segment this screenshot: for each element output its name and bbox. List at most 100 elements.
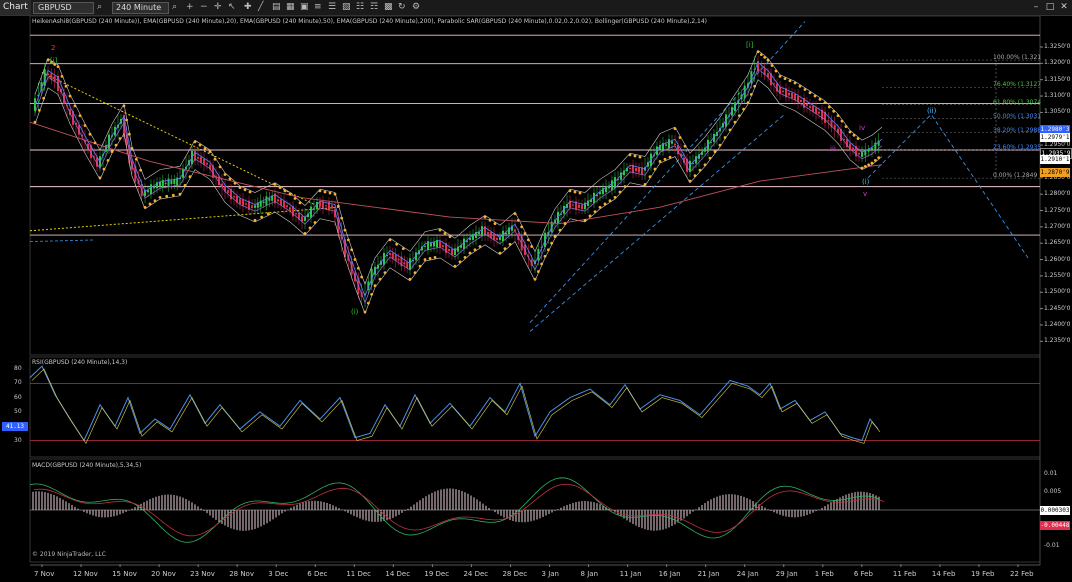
sar-dot — [718, 143, 722, 147]
sar-dot — [588, 214, 592, 218]
candle-body — [430, 243, 432, 247]
sar-dot — [346, 238, 350, 242]
sar-dot — [478, 245, 482, 248]
candle-body — [638, 167, 640, 173]
wave-label: iii — [830, 145, 836, 153]
candle-body — [206, 162, 208, 165]
candle-body — [325, 205, 327, 207]
candle-body — [806, 103, 808, 106]
wave-label: (i) — [862, 178, 870, 186]
sar-dot — [288, 192, 292, 196]
sar-dot — [383, 271, 387, 275]
sar-dot — [844, 125, 848, 128]
sar-dot — [770, 64, 774, 67]
sar-dot — [673, 127, 677, 131]
sar-dot — [867, 163, 871, 167]
sar-dot — [293, 197, 297, 200]
sar-dot — [363, 310, 367, 314]
sar-dot — [323, 190, 327, 194]
time-axis-label: 11 Feb — [892, 570, 917, 578]
sar-dot — [863, 164, 867, 168]
candle-body — [572, 204, 574, 206]
price-scale-label: 1.2750'0 — [1044, 206, 1071, 214]
candle-body — [331, 205, 333, 209]
candle-body — [254, 205, 256, 208]
sar-dot — [360, 275, 364, 279]
sar-dot — [832, 109, 836, 113]
candle-body — [203, 158, 205, 165]
macd-panel — [29, 458, 1041, 563]
time-axis-label: 6 Dec — [307, 570, 328, 578]
sar-dot — [573, 190, 577, 194]
sar-dot — [728, 128, 732, 132]
sar-dot — [516, 218, 520, 222]
sar-dot — [553, 235, 557, 239]
sar-dot — [713, 150, 717, 154]
sar-dot — [73, 104, 77, 108]
sar-dot — [68, 94, 72, 98]
sar-dot — [143, 205, 147, 209]
sar-dot — [114, 143, 118, 147]
sar-dot — [653, 167, 657, 171]
sar-dot — [823, 101, 827, 104]
sar-dot — [153, 199, 157, 203]
sar-dot — [643, 182, 647, 186]
rsi-scale-label: 80 — [14, 365, 22, 372]
sar-dot — [852, 133, 856, 137]
macd-scale-label: -0.01 — [1044, 542, 1060, 549]
time-axis-label: 24 Dec — [463, 570, 489, 578]
sar-dot — [493, 222, 497, 225]
sar-dot — [688, 179, 692, 183]
candle-body — [150, 184, 152, 195]
candle-body — [295, 213, 297, 215]
sar-dot — [733, 120, 737, 124]
price-tag: 1.2979'1 — [1040, 133, 1070, 142]
sar-dot — [378, 277, 382, 281]
price-scale-label: 1.2700'0 — [1044, 222, 1071, 230]
sar-dot — [298, 201, 302, 205]
wave-label: (ii) — [927, 107, 937, 115]
sar-dot — [603, 202, 607, 206]
sar-dot — [793, 81, 797, 85]
sar-dot — [463, 255, 467, 259]
sar-dot — [178, 192, 182, 196]
candle-body — [581, 204, 583, 210]
candle-body — [858, 152, 860, 155]
sar-dot — [370, 293, 374, 296]
price-tag: 1.2870'9 — [1040, 168, 1070, 177]
sar-dot — [563, 222, 567, 225]
candle-body — [629, 167, 631, 169]
rsi-panel-title: RSI(GBPUSD (240 Minute),14,3) — [32, 359, 128, 366]
macd-tag: -0.00448 — [1040, 521, 1070, 530]
sar-dot — [808, 91, 812, 95]
price-scale-label: 1.2500'0 — [1044, 288, 1071, 296]
sar-dot — [233, 181, 237, 185]
candle-body — [502, 230, 504, 242]
sar-dot — [408, 277, 412, 281]
sar-dot — [583, 218, 587, 222]
bollinger-lower — [34, 79, 883, 315]
candle-body — [283, 201, 285, 208]
chart-canvas[interactable] — [0, 0, 1072, 582]
time-axis-label: 16 Jan — [658, 570, 681, 578]
sar-dot — [33, 120, 37, 124]
price-scale-label: 1.3150'0 — [1044, 75, 1071, 83]
sar-dot — [98, 176, 102, 180]
candle-body — [227, 190, 229, 193]
macd-tag: 0.000303 — [1040, 506, 1070, 515]
time-axis-label: 14 Feb — [931, 570, 956, 578]
sar-dot — [523, 231, 527, 235]
candle-body — [496, 237, 498, 240]
candle-body — [442, 245, 444, 248]
candle-body — [760, 68, 763, 70]
sar-dot — [836, 114, 840, 118]
sar-dot — [488, 218, 492, 222]
time-axis-label: 19 Dec — [424, 570, 450, 578]
sar-dot — [343, 228, 347, 232]
candle-body — [409, 258, 411, 271]
time-axis-label: 6 Feb — [853, 570, 873, 578]
time-axis-label: 22 Feb — [1010, 570, 1034, 578]
sar-dot — [127, 132, 131, 136]
sar-dot — [278, 186, 282, 190]
sar-dot — [759, 53, 763, 57]
